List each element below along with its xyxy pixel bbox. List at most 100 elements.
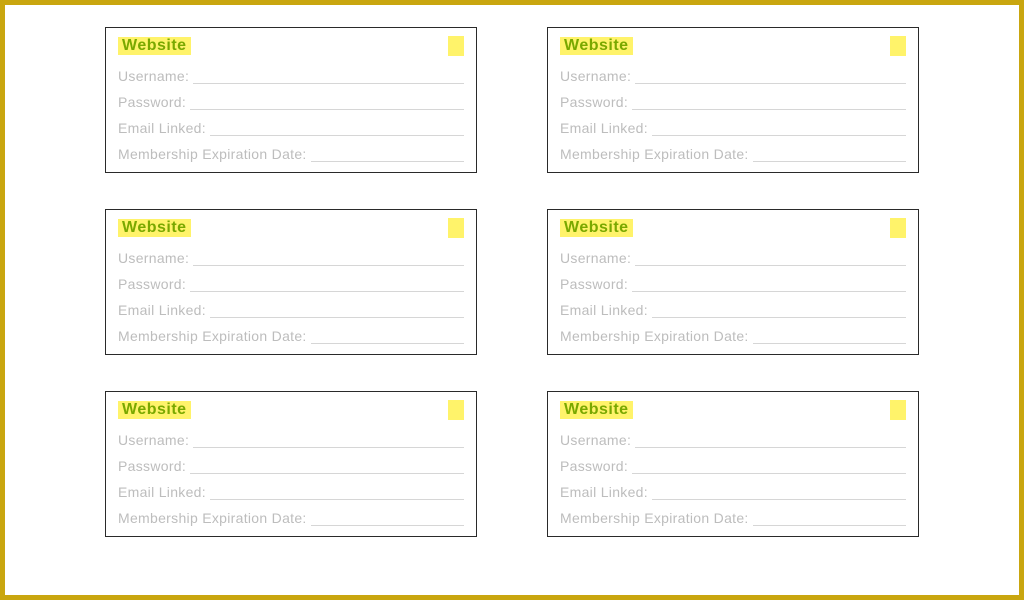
label-email: Email Linked: [118, 484, 206, 500]
highlight-icon [890, 218, 906, 238]
field-username: Username: [560, 62, 906, 84]
label-password: Password: [118, 94, 186, 110]
field-email: Email Linked: [560, 114, 906, 136]
blank-line [190, 95, 464, 110]
card-title: Website [118, 401, 191, 419]
field-email: Email Linked: [118, 478, 464, 500]
field-username: Username: [560, 426, 906, 448]
label-username: Username: [560, 68, 631, 84]
label-username: Username: [118, 68, 189, 84]
blank-line [635, 433, 906, 448]
blank-line [652, 121, 906, 136]
label-password: Password: [560, 276, 628, 292]
password-card: Website Username: Password: Email Linked… [105, 391, 477, 537]
blank-line [311, 329, 464, 344]
blank-line [193, 69, 464, 84]
card-grid: Website Username: Password: Email Linked… [105, 27, 919, 537]
label-expires: Membership Expiration Date: [118, 328, 307, 344]
field-username: Username: [560, 244, 906, 266]
field-expires: Membership Expiration Date: [560, 140, 906, 162]
blank-line [190, 459, 464, 474]
field-expires: Membership Expiration Date: [118, 504, 464, 526]
blank-line [652, 303, 906, 318]
blank-line [753, 329, 906, 344]
blank-line [311, 147, 464, 162]
password-card: Website Username: Password: Email Linked… [547, 27, 919, 173]
label-username: Username: [118, 432, 189, 448]
field-email: Email Linked: [118, 114, 464, 136]
card-title: Website [560, 401, 633, 419]
label-password: Password: [560, 94, 628, 110]
label-password: Password: [118, 458, 186, 474]
highlight-icon [890, 400, 906, 420]
card-title-bar: Website [560, 36, 906, 56]
field-expires: Membership Expiration Date: [560, 322, 906, 344]
blank-line [753, 147, 906, 162]
field-email: Email Linked: [560, 478, 906, 500]
password-card: Website Username: Password: Email Linked… [547, 391, 919, 537]
card-title-bar: Website [560, 400, 906, 420]
blank-line [210, 485, 464, 500]
field-email: Email Linked: [560, 296, 906, 318]
field-password: Password: [560, 452, 906, 474]
label-email: Email Linked: [560, 120, 648, 136]
card-title-bar: Website [118, 218, 464, 238]
blank-line [193, 251, 464, 266]
label-expires: Membership Expiration Date: [560, 146, 749, 162]
label-email: Email Linked: [118, 120, 206, 136]
card-title: Website [118, 219, 191, 237]
card-title-bar: Website [118, 400, 464, 420]
field-password: Password: [118, 270, 464, 292]
label-password: Password: [560, 458, 628, 474]
blank-line [193, 433, 464, 448]
highlight-icon [448, 218, 464, 238]
label-expires: Membership Expiration Date: [560, 328, 749, 344]
blank-line [635, 69, 906, 84]
field-password: Password: [560, 270, 906, 292]
card-row: Website Username: Password: Email Linked… [105, 27, 919, 173]
label-username: Username: [560, 250, 631, 266]
label-email: Email Linked: [118, 302, 206, 318]
card-title: Website [560, 37, 633, 55]
field-expires: Membership Expiration Date: [560, 504, 906, 526]
password-card: Website Username: Password: Email Linked… [547, 209, 919, 355]
card-row: Website Username: Password: Email Linked… [105, 391, 919, 537]
card-title: Website [560, 219, 633, 237]
password-card: Website Username: Password: Email Linked… [105, 27, 477, 173]
label-expires: Membership Expiration Date: [118, 510, 307, 526]
blank-line [632, 95, 906, 110]
blank-line [210, 121, 464, 136]
blank-line [635, 251, 906, 266]
blank-line [210, 303, 464, 318]
label-email: Email Linked: [560, 302, 648, 318]
blank-line [632, 459, 906, 474]
label-expires: Membership Expiration Date: [560, 510, 749, 526]
field-username: Username: [118, 426, 464, 448]
blank-line [753, 511, 906, 526]
highlight-icon [890, 36, 906, 56]
field-email: Email Linked: [118, 296, 464, 318]
password-card: Website Username: Password: Email Linked… [105, 209, 477, 355]
field-password: Password: [118, 452, 464, 474]
document-frame: Website Username: Password: Email Linked… [0, 0, 1024, 600]
card-title: Website [118, 37, 191, 55]
highlight-icon [448, 36, 464, 56]
blank-line [632, 277, 906, 292]
card-title-bar: Website [118, 36, 464, 56]
card-row: Website Username: Password: Email Linked… [105, 209, 919, 355]
blank-line [190, 277, 464, 292]
blank-line [652, 485, 906, 500]
highlight-icon [448, 400, 464, 420]
label-username: Username: [118, 250, 189, 266]
field-expires: Membership Expiration Date: [118, 322, 464, 344]
label-password: Password: [118, 276, 186, 292]
field-username: Username: [118, 62, 464, 84]
label-email: Email Linked: [560, 484, 648, 500]
card-title-bar: Website [560, 218, 906, 238]
label-expires: Membership Expiration Date: [118, 146, 307, 162]
field-expires: Membership Expiration Date: [118, 140, 464, 162]
label-username: Username: [560, 432, 631, 448]
field-password: Password: [118, 88, 464, 110]
field-username: Username: [118, 244, 464, 266]
field-password: Password: [560, 88, 906, 110]
